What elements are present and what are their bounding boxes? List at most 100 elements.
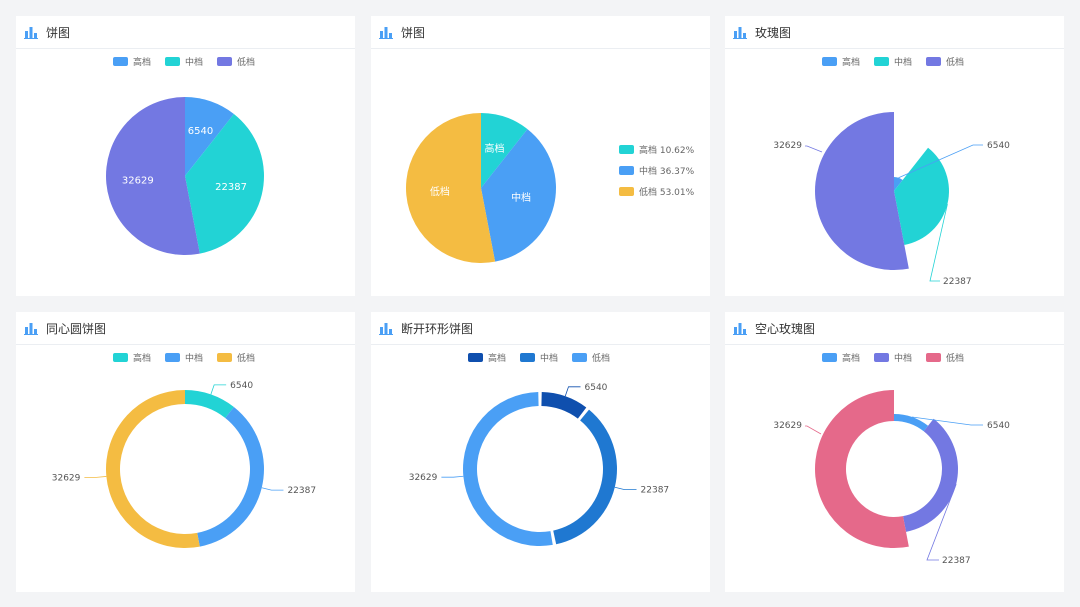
legend-label[interactable]: 中档	[894, 352, 912, 364]
card-title: 同心圆饼图	[46, 321, 107, 336]
label-line	[564, 386, 581, 397]
legend-swatch[interactable]	[217, 57, 232, 66]
legend-swatch[interactable]	[822, 353, 837, 362]
legend-label[interactable]: 高档 10.62%	[639, 144, 695, 156]
rose-chart: 高档 中档 低档 6540 22387 32629	[773, 56, 1010, 287]
legend-swatch[interactable]	[113, 57, 128, 66]
label-line	[441, 475, 464, 478]
legend-label[interactable]: 低档	[237, 352, 255, 364]
donut-slice[interactable]	[185, 390, 234, 418]
legend-swatch[interactable]	[468, 353, 483, 362]
donut-chart: 高档 中档 低档 6540 22387 32629	[52, 352, 316, 548]
data-label: 22387	[943, 277, 972, 287]
card-pie-percent: 饼图 高档中档 低档 高档 10.62% 中档 36.37% 低档 53.01%	[371, 16, 710, 296]
legend-swatch[interactable]	[619, 145, 634, 154]
legend-swatch[interactable]	[165, 353, 180, 362]
rose-slice[interactable]	[815, 390, 909, 548]
legend-swatch[interactable]	[217, 353, 232, 362]
slice-label: 高档	[485, 142, 505, 155]
data-label: 22387	[287, 486, 316, 496]
data-label: 22387	[641, 486, 670, 496]
legend-label[interactable]: 中档	[185, 56, 203, 68]
card-header: 饼图	[371, 16, 710, 49]
data-label: 32629	[52, 473, 81, 483]
split-donut-chart: 高档 中档 低档 6540 22387 32629	[409, 352, 670, 546]
legend-label[interactable]: 高档	[133, 56, 151, 68]
bar-chart-icon	[379, 27, 393, 39]
card-title: 玫瑰图	[755, 25, 792, 40]
donut-slice[interactable]	[553, 409, 617, 545]
legend-swatch[interactable]	[874, 353, 889, 362]
legend-label[interactable]: 高档	[488, 352, 506, 364]
label-line	[84, 476, 107, 478]
legend-swatch[interactable]	[572, 353, 587, 362]
pie-chart-basic: 高档 中档 低档 6540 22387 32629	[105, 56, 264, 256]
bar-chart-icon	[24, 323, 38, 335]
legend-swatch[interactable]	[926, 57, 941, 66]
legend-swatch[interactable]	[874, 57, 889, 66]
label-line	[261, 487, 284, 491]
rose-slice[interactable]	[894, 414, 929, 432]
legend-swatch[interactable]	[520, 353, 535, 362]
card-title: 饼图	[401, 25, 426, 40]
donut-slice[interactable]	[463, 392, 553, 546]
legend-swatch[interactable]	[926, 353, 941, 362]
card-title: 空心玫瑰图	[755, 321, 816, 336]
hollow-rose-chart: 高档 中档 低档 6540 22387 32629	[773, 352, 1010, 566]
legend-swatch[interactable]	[619, 166, 634, 175]
slice-label: 22387	[215, 182, 247, 193]
data-label: 32629	[409, 473, 438, 483]
label-line	[805, 425, 822, 435]
label-line	[210, 384, 227, 395]
card-hollow-rose: 空心玫瑰图 高档 中档 低档 6540 22387 32629	[725, 312, 1064, 592]
slice-label: 32629	[122, 175, 154, 186]
rose-slice[interactable]	[894, 147, 949, 246]
bar-chart-icon	[733, 323, 747, 335]
legend-label[interactable]: 低档	[592, 352, 610, 364]
donut-slice[interactable]	[197, 406, 264, 547]
donut-slice[interactable]	[541, 392, 587, 419]
legend-label[interactable]: 中档	[540, 352, 558, 364]
data-label: 6540	[230, 381, 253, 391]
legend-swatch[interactable]	[113, 353, 128, 362]
card-split-donut: 断开环形饼图 高档 中档 低档 6540 22387 32629	[371, 312, 710, 592]
card-rose: 玫瑰图 高档 中档 低档 6540 22387 32629	[725, 16, 1064, 296]
card-header: 玫瑰图	[725, 16, 1064, 49]
legend-label[interactable]: 低档	[946, 56, 964, 68]
data-label: 22387	[942, 556, 971, 566]
legend-label[interactable]: 中档 36.37%	[639, 165, 695, 177]
card-title: 断开环形饼图	[401, 321, 474, 336]
label-line	[614, 486, 637, 491]
label-line	[805, 145, 823, 153]
legend-label[interactable]: 低档 53.01%	[639, 186, 695, 198]
legend-swatch[interactable]	[822, 57, 837, 66]
data-label: 6540	[987, 421, 1010, 431]
data-label: 6540	[987, 141, 1010, 151]
legend-label[interactable]: 中档	[894, 56, 912, 68]
card-header: 断开环形饼图	[371, 312, 710, 345]
card-title: 饼图	[46, 25, 71, 40]
bar-chart-icon	[733, 27, 747, 39]
bar-chart-icon	[24, 27, 38, 39]
slice-label: 6540	[188, 126, 213, 137]
pie-chart-percent: 高档中档 低档 高档 10.62% 中档 36.37% 低档 53.01%	[406, 113, 695, 263]
card-header: 同心圆饼图	[16, 312, 355, 345]
data-label: 32629	[773, 141, 802, 151]
rose-slice[interactable]	[903, 418, 958, 532]
donut-slice[interactable]	[106, 390, 200, 548]
bar-chart-icon	[379, 323, 393, 335]
legend-label[interactable]: 高档	[133, 352, 151, 364]
legend-label[interactable]: 中档	[185, 352, 203, 364]
slice-label: 低档	[430, 185, 450, 198]
data-label: 6540	[585, 383, 608, 393]
legend-label[interactable]: 高档	[842, 56, 860, 68]
legend-label[interactable]: 低档	[946, 352, 964, 364]
card-header: 饼图	[16, 16, 355, 49]
legend-label[interactable]: 低档	[237, 56, 255, 68]
legend-swatch[interactable]	[165, 57, 180, 66]
data-label: 32629	[773, 421, 802, 431]
legend-swatch[interactable]	[619, 187, 634, 196]
slice-label: 中档	[511, 191, 531, 204]
card-header: 空心玫瑰图	[725, 312, 1064, 345]
legend-label[interactable]: 高档	[842, 352, 860, 364]
